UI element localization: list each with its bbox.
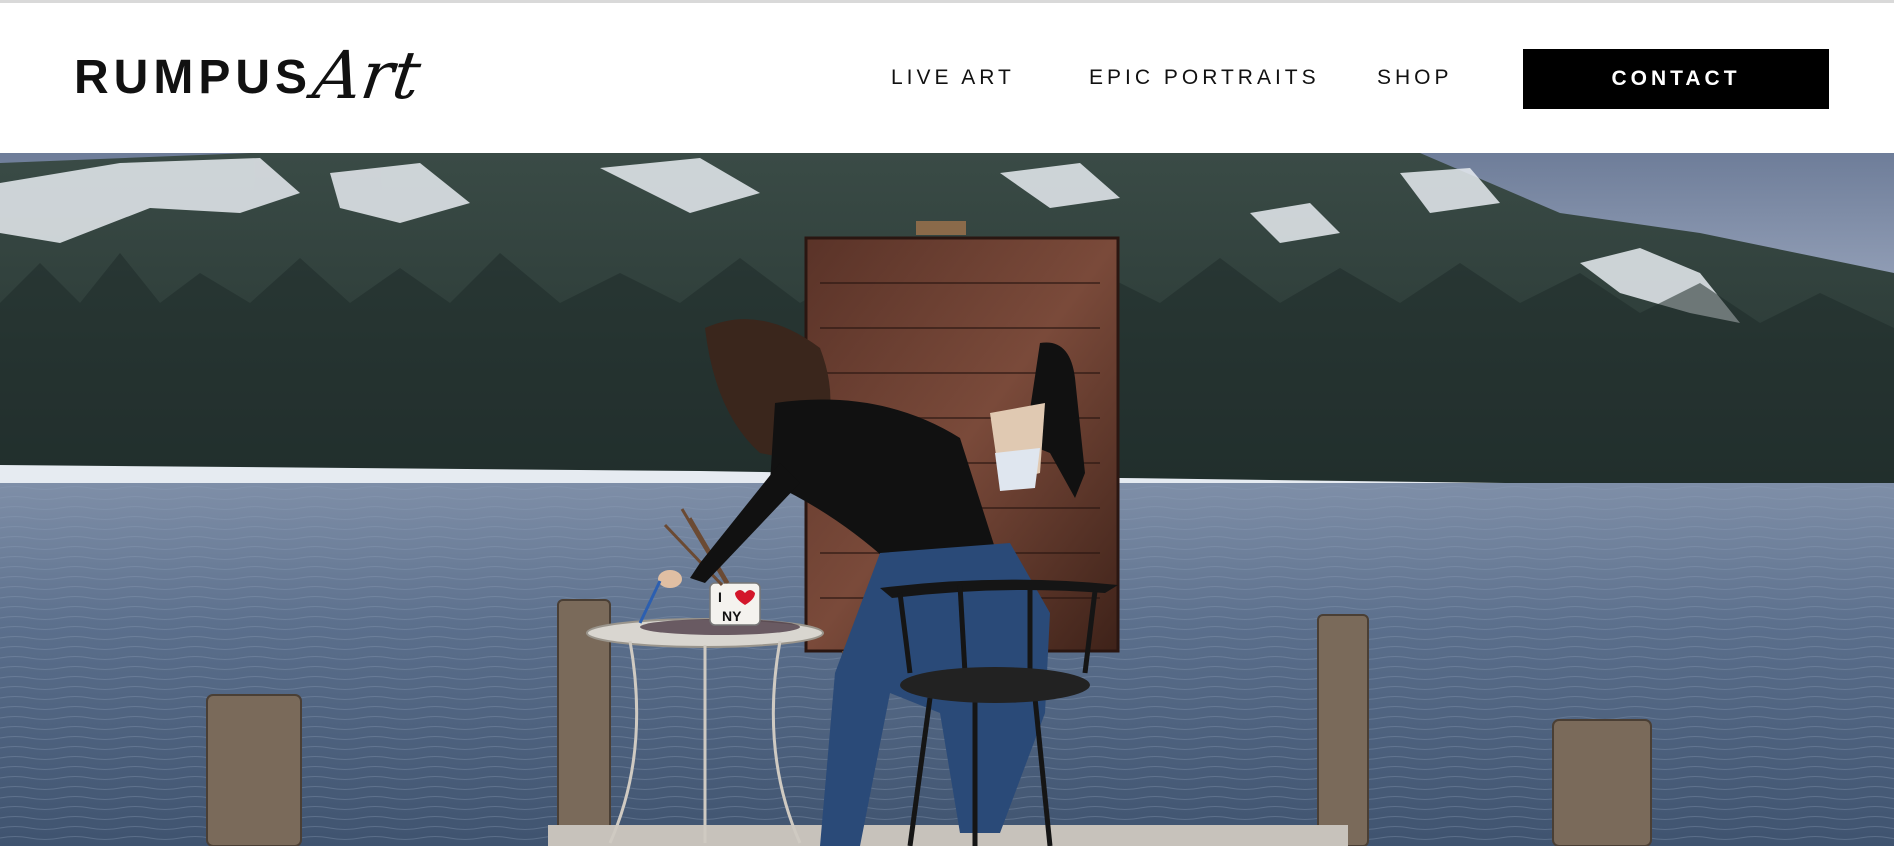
easel-top xyxy=(916,221,966,235)
contact-button[interactable]: CONTACT xyxy=(1523,49,1829,109)
dock-boards xyxy=(548,825,1348,846)
painted-figure-shorts xyxy=(995,448,1040,491)
main-nav: LIVE ART EPIC PORTRAITS SHOP CONTACT xyxy=(0,3,1894,153)
mug-text-ny: NY xyxy=(722,608,742,624)
hero-image: I NY xyxy=(0,153,1894,846)
hero-photo-illustration: I NY xyxy=(0,153,1894,846)
nav-shop[interactable]: SHOP xyxy=(1377,66,1453,90)
nav-epic-portraits[interactable]: EPIC PORTRAITS xyxy=(1089,66,1320,90)
stool-seat xyxy=(900,667,1090,703)
mug-text-i: I xyxy=(718,589,722,605)
site-header: RUMPUS Art LIVE ART EPIC PORTRAITS SHOP … xyxy=(0,3,1894,153)
nav-live-art[interactable]: LIVE ART xyxy=(891,66,1015,90)
painter-hand xyxy=(658,570,682,588)
